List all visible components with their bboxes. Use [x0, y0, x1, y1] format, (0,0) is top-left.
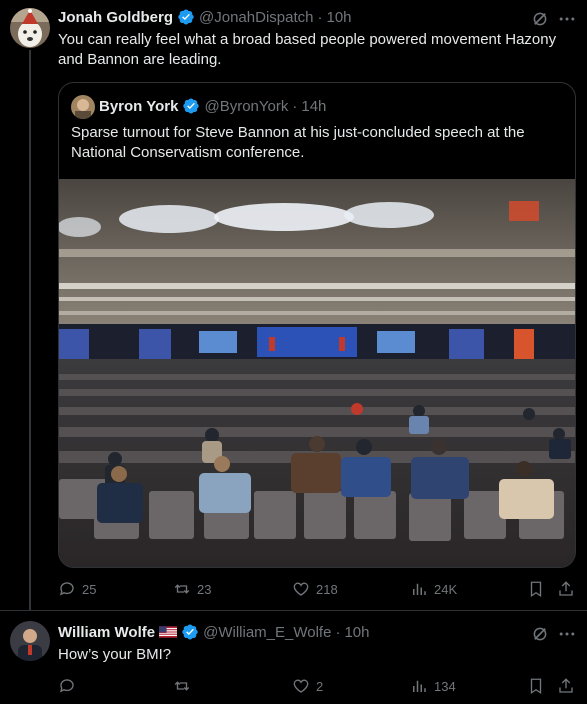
grok-icon[interactable]: [531, 625, 549, 643]
author-name[interactable]: Jonah Goldberg: [58, 9, 173, 26]
post-header: Jonah Goldberg @JonahDispatch · 10h: [58, 8, 352, 26]
views-count: 24K: [434, 581, 458, 597]
bookmark-button[interactable]: [527, 677, 545, 695]
separator: ·: [317, 8, 323, 26]
post-text: You can really feel what a broad based p…: [58, 31, 557, 68]
views-button[interactable]: 24K: [410, 580, 457, 598]
action-bar: 25 23 218 24K: [58, 580, 578, 600]
author-name[interactable]: William Wolfe: [58, 624, 155, 641]
repost-button[interactable]: [173, 677, 197, 695]
share-button[interactable]: [557, 580, 575, 598]
reply-count: 25: [82, 581, 97, 597]
avatar-jonah[interactable]: [10, 8, 50, 48]
bookmark-button[interactable]: [527, 580, 545, 598]
views-icon: [413, 680, 426, 692]
action-bar: 2 134: [58, 677, 578, 697]
like-count: 218: [316, 581, 338, 597]
verified-badge-icon: [178, 9, 194, 25]
views-button[interactable]: 134: [410, 677, 456, 695]
like-button[interactable]: 218: [292, 580, 338, 598]
avatar-william[interactable]: [10, 621, 50, 661]
share-icon: [559, 678, 573, 693]
quote-author-name[interactable]: Byron York: [99, 98, 178, 115]
post-time[interactable]: 10h: [344, 624, 369, 641]
quoted-post[interactable]: Byron York @ByronYork · 14h Sparse turno…: [58, 82, 576, 568]
like-icon: [293, 679, 309, 693]
views-count: 134: [434, 678, 456, 694]
post-header: William Wolfe @William_E_Wolfe · 10h: [58, 623, 369, 641]
quote-text: Sparse turnout for Steve Bannon at his j…: [71, 124, 525, 161]
separator: ·: [335, 623, 341, 641]
reply-button[interactable]: [58, 677, 82, 695]
like-button[interactable]: 2: [292, 677, 323, 695]
separator: ·: [292, 97, 298, 115]
share-icon: [559, 581, 573, 596]
post-time[interactable]: 10h: [326, 9, 351, 26]
conference-hall-photo[interactable]: [59, 179, 576, 568]
reply-icon: [59, 679, 74, 693]
us-flag-icon: [159, 626, 178, 638]
grok-icon[interactable]: [531, 10, 549, 28]
views-icon: [413, 583, 426, 595]
avatar-dog-image: [10, 8, 50, 48]
like-count: 2: [316, 678, 324, 694]
like-icon: [293, 582, 309, 596]
verified-badge-icon: [182, 624, 198, 640]
more-icon[interactable]: [557, 9, 577, 29]
bookmark-icon: [530, 581, 542, 598]
more-icon[interactable]: [557, 624, 577, 644]
quote-author-handle[interactable]: @ByronYork: [204, 98, 288, 115]
bookmark-icon: [530, 678, 542, 695]
avatar-man-image: [10, 621, 50, 661]
reply-button[interactable]: 25: [58, 580, 96, 598]
author-handle[interactable]: @William_E_Wolfe: [203, 624, 331, 641]
author-handle[interactable]: @JonahDispatch: [199, 9, 313, 26]
verified-badge-icon: [183, 98, 200, 114]
avatar-byron-image: [71, 95, 95, 119]
thread-line: [29, 50, 31, 610]
repost-count: 23: [197, 581, 212, 597]
quote-time[interactable]: 14h: [301, 98, 326, 115]
repost-button[interactable]: 23: [173, 580, 211, 598]
post-text: How’s your BMI?: [58, 646, 172, 663]
repost-icon: [174, 681, 190, 691]
quote-header: Byron York @ByronYork · 14h: [99, 97, 326, 115]
post-william-wolfe[interactable]: William Wolfe @William_E_Wolfe · 10h How…: [0, 610, 587, 704]
reply-icon: [59, 582, 74, 596]
share-button[interactable]: [557, 677, 575, 695]
post-jonah-goldberg[interactable]: Jonah Goldberg @JonahDispatch · 10h You …: [0, 0, 587, 610]
repost-icon: [174, 584, 190, 594]
quote-avatar[interactable]: [71, 95, 95, 119]
